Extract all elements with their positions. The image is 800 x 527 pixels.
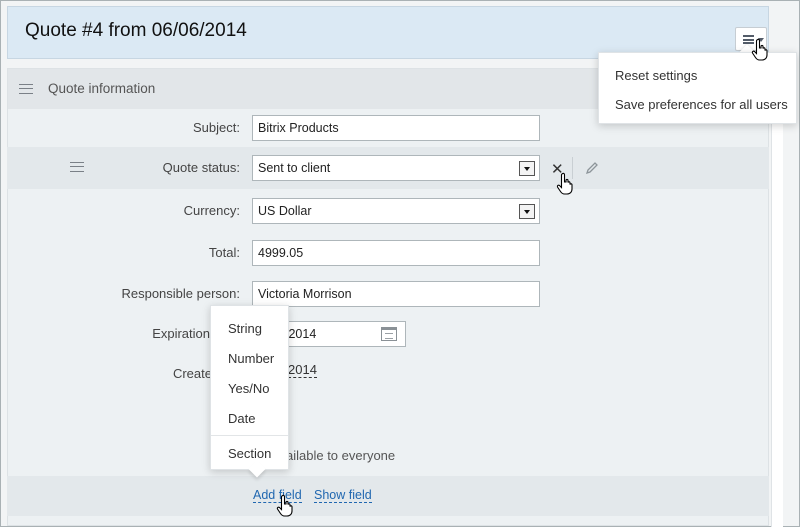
currency-select[interactable]: US Dollar bbox=[252, 198, 540, 224]
quote-status-label: Quote status: bbox=[162, 160, 240, 175]
created-value[interactable]: 2014 bbox=[288, 362, 317, 378]
currency-value: US Dollar bbox=[258, 204, 312, 218]
menu-divider bbox=[211, 435, 288, 436]
subject-field[interactable]: Bitrix Products bbox=[252, 115, 540, 141]
field-type-menu: String Number Yes/No Date Section bbox=[210, 305, 289, 470]
save-preferences-item[interactable]: Save preferences for all users bbox=[615, 97, 788, 112]
quote-status-select[interactable]: Sent to client bbox=[252, 155, 540, 181]
show-field-link[interactable]: Show field bbox=[314, 488, 372, 503]
expiration-label: Expiration bbox=[152, 326, 210, 341]
responsible-field[interactable]: Victoria Morrison bbox=[252, 281, 540, 307]
settings-dropdown-menu: Reset settings Save preferences for all … bbox=[598, 52, 797, 124]
responsible-label: Responsible person: bbox=[121, 286, 240, 301]
drag-handle-icon[interactable] bbox=[19, 84, 33, 94]
dropdown-arrow-icon[interactable] bbox=[519, 204, 535, 219]
menu-item-number[interactable]: Number bbox=[228, 351, 274, 366]
pencil-icon[interactable] bbox=[584, 160, 600, 176]
menu-item-string[interactable]: String bbox=[228, 321, 262, 336]
created-label: Create bbox=[172, 366, 212, 381]
calendar-icon[interactable] bbox=[381, 327, 397, 341]
drag-handle-icon[interactable] bbox=[70, 162, 84, 172]
section-footer bbox=[7, 476, 769, 516]
subject-label: Subject: bbox=[193, 120, 240, 135]
availability-text: ailable to everyone bbox=[286, 448, 396, 463]
menu-item-section[interactable]: Section bbox=[228, 446, 271, 461]
hand-cursor-icon bbox=[556, 172, 573, 195]
total-field[interactable]: 4999.05 bbox=[252, 240, 540, 266]
dropdown-arrow-icon[interactable] bbox=[519, 161, 535, 176]
hand-cursor-icon bbox=[276, 494, 293, 517]
quote-status-value: Sent to client bbox=[258, 161, 331, 175]
menu-item-yes-no[interactable]: Yes/No bbox=[228, 381, 269, 396]
page-title: Quote #4 from 06/06/2014 bbox=[25, 20, 247, 41]
currency-label: Currency: bbox=[183, 203, 240, 218]
right-rail bbox=[771, 60, 783, 527]
total-label: Total: bbox=[208, 245, 240, 260]
reset-settings-item[interactable]: Reset settings bbox=[615, 68, 697, 83]
section-title: Quote information bbox=[48, 81, 156, 96]
menu-item-date[interactable]: Date bbox=[228, 411, 255, 426]
hand-cursor-icon bbox=[751, 38, 768, 61]
